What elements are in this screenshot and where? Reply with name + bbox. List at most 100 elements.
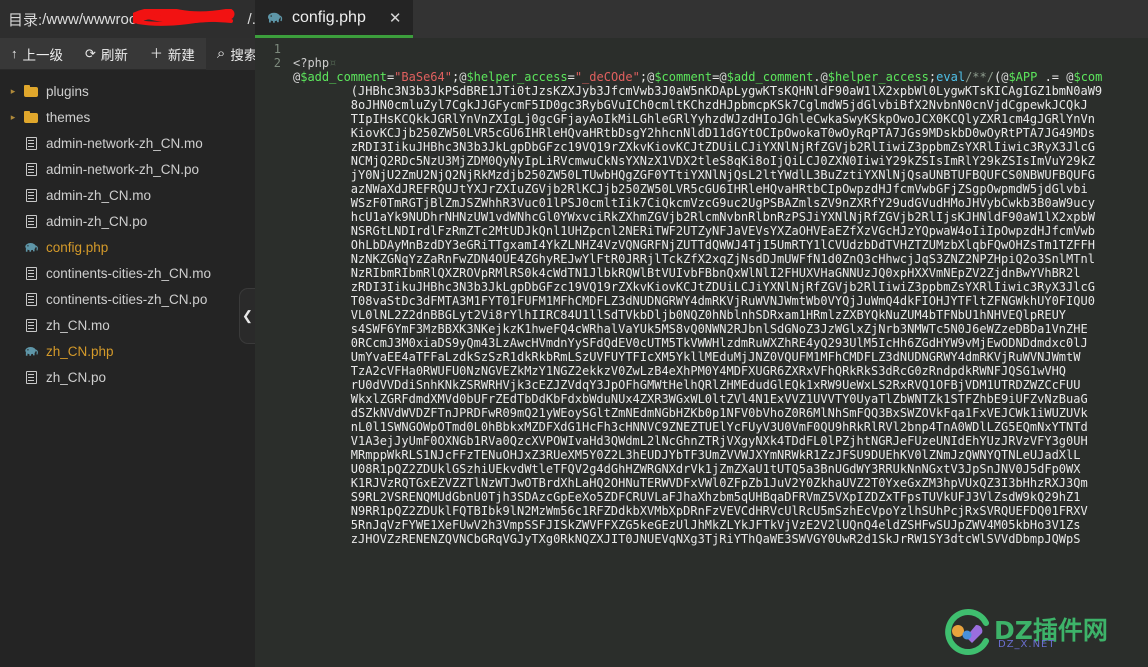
- code-token-var: $helper_access: [466, 70, 568, 84]
- expand-arrow-icon[interactable]: ▸: [6, 112, 20, 123]
- code-token-string: "_deCOde": [574, 70, 640, 84]
- file-list-item[interactable]: · admin-network-zh_CN.po: [0, 156, 255, 182]
- tab-label: config.php: [292, 8, 366, 26]
- caret-spacer: ·: [6, 164, 20, 174]
- file-list: ▸ plugins ▸ themes · admin-network-zh_CN.mo · a…: [0, 70, 255, 667]
- tab-config-php[interactable]: config.php ✕: [255, 0, 414, 38]
- file-name-label: admin-zh_CN.po: [46, 213, 148, 229]
- base64-payload: (JHBhc3N3b3JkPSdBRE1JTi0tJzsKZXJyb3JfcmV…: [350, 84, 1103, 546]
- code-token-var: $add_comment: [726, 70, 814, 84]
- new-file-button[interactable]: ＋ 新建: [139, 38, 206, 70]
- file-name-label: admin-network-zh_CN.po: [46, 161, 200, 177]
- file-manager-editor-window: 目录: /www/wwwroot/ /.. ↑ 上一级 ⟳ 刷新 ＋ 新建: [0, 0, 1148, 667]
- editor-tab-bar: config.php ✕: [255, 0, 1148, 38]
- refresh-icon: ⟳: [85, 46, 96, 61]
- document-icon: [20, 318, 42, 332]
- directory-path-bar[interactable]: 目录: /www/wwwroot/ /..: [0, 0, 255, 38]
- file-name-label: zh_CN.po: [46, 369, 107, 385]
- refresh-label: 刷新: [100, 47, 128, 63]
- code-token-comment: /**/: [965, 70, 994, 84]
- file-name-label: plugins: [46, 83, 89, 99]
- code-token-var: $comment: [654, 70, 713, 84]
- code-token-op: .: [813, 70, 821, 84]
- caret-spacer: ·: [6, 320, 20, 330]
- file-name-label: zh_CN.mo: [46, 317, 110, 333]
- file-list-item[interactable]: · zh_CN.mo: [0, 312, 255, 338]
- code-token-at: @: [820, 70, 828, 84]
- chevron-left-icon: ❮: [242, 308, 253, 323]
- file-list-item[interactable]: · config.php: [0, 234, 255, 260]
- document-icon: [20, 162, 42, 176]
- code-token-string: "BaSe64": [394, 70, 452, 84]
- document-icon: [20, 214, 42, 228]
- file-browser-sidebar: 目录: /www/wwwroot/ /.. ↑ 上一级 ⟳ 刷新 ＋ 新建: [0, 0, 269, 667]
- up-one-level-label: 上一级: [22, 47, 64, 63]
- document-icon: [20, 188, 42, 202]
- file-list-item[interactable]: · admin-zh_CN.po: [0, 208, 255, 234]
- file-list-item[interactable]: ▸ themes: [0, 104, 255, 130]
- plus-icon: ＋: [149, 46, 163, 61]
- caret-spacer: ·: [6, 242, 20, 252]
- file-name-label: admin-zh_CN.mo: [46, 187, 152, 203]
- folder-icon: [20, 84, 42, 97]
- code-token-at: @: [719, 70, 727, 84]
- directory-path-label: 目录:: [8, 11, 43, 29]
- document-icon: [20, 292, 42, 306]
- caret-spacer: ·: [6, 138, 20, 148]
- code-token-var: $com: [1073, 70, 1103, 84]
- code-scroll-area[interactable]: 12 <?php¤ @$add_comment="BaSe64";@$helpe…: [255, 38, 1148, 667]
- search-label: 搜索: [230, 47, 258, 63]
- refresh-button[interactable]: ⟳ 刷新: [74, 38, 139, 70]
- directory-path-suffix: /..: [247, 10, 255, 28]
- folder-icon: [20, 110, 42, 123]
- php-open-tag: <?php: [293, 56, 330, 70]
- redaction-scribble: [133, 9, 235, 26]
- file-list-item[interactable]: · continents-cities-zh_CN.po: [0, 286, 255, 312]
- file-list-item[interactable]: · zh_CN.po: [0, 364, 255, 390]
- code-editor-panel: config.php ✕ 12 <?php¤ @$add_comment="Ba…: [255, 0, 1148, 667]
- caret-spacer: ·: [6, 372, 20, 382]
- caret-spacer: ·: [6, 346, 20, 356]
- php-elephant-icon: [20, 242, 42, 253]
- file-list-item[interactable]: · continents-cities-zh_CN.mo: [0, 260, 255, 286]
- sidebar-collapse-handle[interactable]: ❮: [239, 288, 255, 344]
- directory-path-value: /www/wwwroot/: [42, 10, 146, 28]
- file-list-item[interactable]: · admin-zh_CN.mo: [0, 182, 255, 208]
- file-name-label: admin-network-zh_CN.mo: [46, 135, 203, 151]
- new-file-label: 新建: [167, 47, 195, 63]
- code-content[interactable]: <?php¤ @$add_comment="BaSe64";@$helper_a…: [287, 38, 1148, 667]
- expand-arrow-icon[interactable]: ▸: [6, 86, 20, 97]
- document-icon: [20, 266, 42, 280]
- code-token-var: $APP: [1008, 70, 1038, 84]
- arrow-up-icon: ↑: [11, 46, 18, 61]
- caret-spacer: ·: [6, 294, 20, 304]
- eol-mark: ¤: [329, 56, 337, 70]
- code-token-op: =: [567, 70, 575, 84]
- php-elephant-icon: [267, 10, 283, 26]
- document-icon: [20, 136, 42, 150]
- caret-spacer: ·: [6, 216, 20, 226]
- caret-spacer: ·: [6, 190, 20, 200]
- code-token-var: $add_comment: [300, 70, 387, 84]
- code-token-eval: eval: [936, 70, 966, 84]
- up-one-level-button[interactable]: ↑ 上一级: [0, 38, 74, 70]
- document-icon: [20, 370, 42, 384]
- file-toolbar: ↑ 上一级 ⟳ 刷新 ＋ 新建 ⌕ 搜索: [0, 37, 269, 70]
- code-token-op: ;: [639, 70, 648, 84]
- php-elephant-icon: [20, 346, 42, 357]
- code-token-op: .=: [1037, 70, 1067, 84]
- file-name-label: config.php: [46, 239, 109, 255]
- file-name-label: themes: [46, 109, 91, 125]
- file-name-label: zh_CN.php: [46, 343, 114, 359]
- file-list-item[interactable]: ▸ plugins: [0, 78, 255, 104]
- line-number: 2: [273, 56, 281, 70]
- file-name-label: continents-cities-zh_CN.mo: [46, 265, 212, 281]
- caret-spacer: ·: [6, 268, 20, 278]
- search-icon: ⌕: [216, 45, 226, 62]
- file-list-item[interactable]: · admin-network-zh_CN.mo: [0, 130, 255, 156]
- close-icon[interactable]: ✕: [375, 9, 402, 27]
- code-token-var: $helper_access: [827, 70, 929, 84]
- file-list-item[interactable]: · zh_CN.php: [0, 338, 255, 364]
- line-number-gutter: 12: [255, 38, 287, 667]
- file-name-label: continents-cities-zh_CN.po: [46, 291, 208, 307]
